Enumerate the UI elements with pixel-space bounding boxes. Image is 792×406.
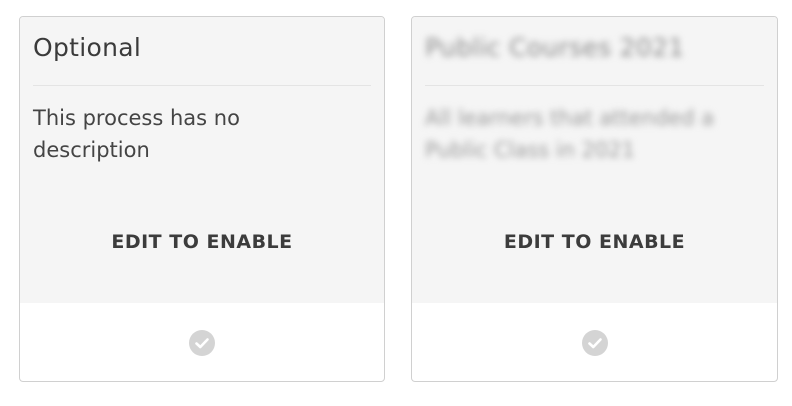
process-card-optional: Optional This process has no description… <box>19 16 385 382</box>
card-body: Public Courses 2021 All learners that at… <box>412 17 777 303</box>
check-circle-icon <box>189 330 215 356</box>
card-divider <box>33 85 371 86</box>
edit-to-enable-button[interactable]: EDIT TO ENABLE <box>412 231 777 253</box>
card-divider <box>425 85 764 86</box>
edit-to-enable-button[interactable]: EDIT TO ENABLE <box>20 231 384 253</box>
process-card-public-courses: Public Courses 2021 All learners that at… <box>411 16 778 382</box>
card-title: Optional <box>33 33 142 62</box>
card-body: Optional This process has no description… <box>20 17 384 303</box>
card-title: Public Courses 2021 <box>425 33 685 62</box>
card-description: All learners that attended a Public Clas… <box>425 106 715 162</box>
card-description: This process has no description <box>33 106 240 162</box>
check-circle-icon <box>582 330 608 356</box>
